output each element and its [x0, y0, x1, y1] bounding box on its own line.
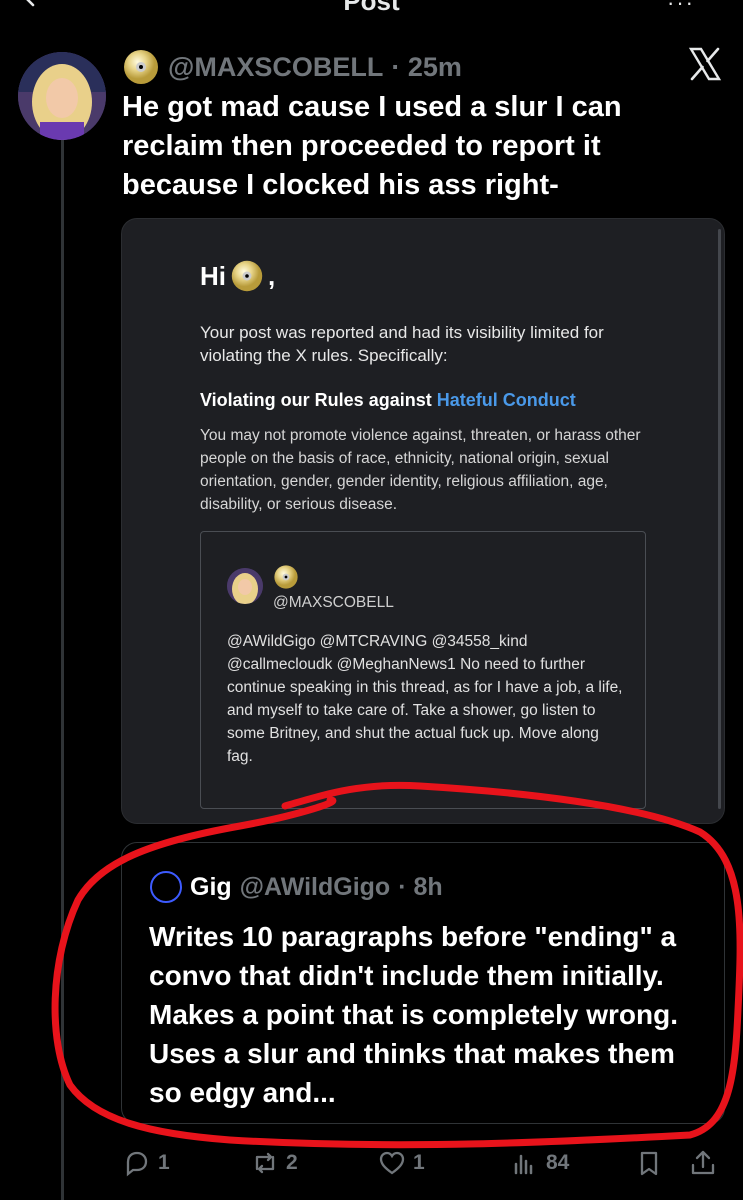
- post-time: · 25m: [391, 51, 462, 82]
- post-text: He got mad cause I used a slur I can rec…: [122, 91, 622, 201]
- post-actions: 1 2 1 84: [122, 1148, 722, 1188]
- bookmark-icon: [640, 1151, 658, 1176]
- rule-title: Violating our Rules against Hateful Cond…: [200, 390, 576, 411]
- x-logo-icon: [688, 47, 722, 81]
- quote-handle: @AWildGigo: [239, 872, 391, 901]
- views-action[interactable]: 84: [510, 1148, 569, 1178]
- greeting-suffix: ,: [268, 260, 276, 291]
- heart-icon: [379, 1151, 405, 1175]
- quote-avatar: [150, 871, 182, 903]
- cd-disc-icon: [124, 50, 158, 84]
- reply-icon: [126, 1151, 148, 1177]
- reply-count: 1: [158, 1151, 170, 1174]
- like-action[interactable]: 1: [377, 1148, 425, 1178]
- embedded-avatar: [227, 568, 263, 604]
- quoted-post[interactable]: Gig @AWildGigo · 8h Writes 10 paragraphs…: [121, 842, 725, 1124]
- quote-user-line: Gig @AWildGigo · 8h: [150, 871, 443, 903]
- rule-prefix: Violating our Rules against: [200, 390, 432, 410]
- post-user-line: @MAXSCOBELL · 25m: [122, 50, 462, 84]
- cd-disc-icon: [231, 260, 263, 292]
- card-scrollbar: [718, 229, 721, 809]
- bookmark-action[interactable]: [634, 1148, 664, 1178]
- hateful-conduct-link[interactable]: Hateful Conduct: [437, 390, 576, 410]
- report-intro: Your post was reported and had its visib…: [200, 323, 604, 365]
- share-action[interactable]: [688, 1148, 718, 1178]
- avatar[interactable]: [18, 52, 106, 140]
- greeting-text: Hi: [200, 260, 226, 291]
- post-handle[interactable]: @MAXSCOBELL: [168, 52, 383, 83]
- page-title: Post: [343, 0, 400, 16]
- repost-icon: [255, 1152, 275, 1174]
- like-count: 1: [413, 1151, 425, 1174]
- repost-action[interactable]: 2: [250, 1148, 298, 1178]
- top-bar: Post ···: [0, 0, 743, 16]
- reply-action[interactable]: 1: [122, 1148, 170, 1178]
- thread-line: [61, 140, 64, 1200]
- embedded-post: @MAXSCOBELL @AWildGigo @MTCRAVING @34558…: [200, 531, 646, 809]
- embedded-text: @AWildGigo @MTCRAVING @34558_kind @callm…: [227, 633, 623, 765]
- views-count: 84: [546, 1151, 570, 1174]
- views-icon: [514, 1154, 533, 1175]
- share-icon: [691, 1150, 715, 1175]
- report-screenshot-card[interactable]: Hi , Your post was reported and had its …: [121, 218, 725, 824]
- repost-count: 2: [286, 1151, 298, 1174]
- cd-disc-icon: [274, 565, 298, 589]
- embedded-handle: @MAXSCOBELL: [273, 594, 394, 611]
- quote-text: Writes 10 paragraphs before "ending" a c…: [149, 921, 678, 1108]
- quote-time: · 8h: [398, 872, 443, 901]
- rule-description: You may not promote violence against, th…: [200, 427, 641, 513]
- greeting-line: Hi ,: [200, 259, 275, 293]
- more-icon[interactable]: ···: [667, 0, 695, 16]
- quote-name: Gig: [190, 872, 232, 901]
